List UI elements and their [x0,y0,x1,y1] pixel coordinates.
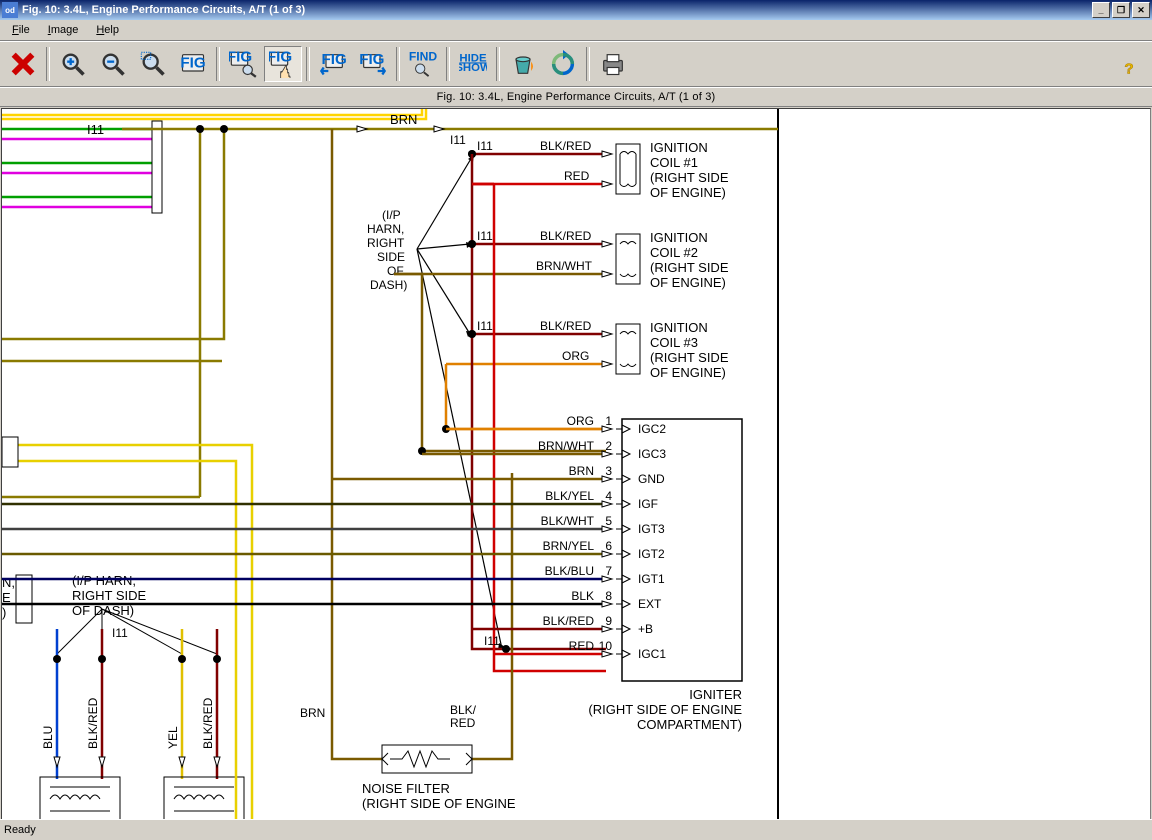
svg-text:3: 3 [605,464,612,478]
svg-text:RED: RED [569,639,595,653]
svg-text:BLK: BLK [571,589,594,603]
zoom-region-button[interactable] [134,46,172,82]
help-button[interactable]: ? [1110,46,1148,82]
svg-text:BLK/WHT: BLK/WHT [541,514,595,528]
fig-hand-button[interactable]: FIG [264,46,302,82]
svg-text:1: 1 [605,414,612,428]
svg-text:IGC2: IGC2 [638,422,666,436]
svg-text:5: 5 [605,514,612,528]
svg-text:FIG: FIG [180,55,205,72]
svg-text:FIG: FIG [269,50,292,66]
next-fig-button[interactable]: FIG [354,46,392,82]
svg-text:7: 7 [605,564,612,578]
svg-text:IGC1: IGC1 [638,647,666,661]
svg-text:10: 10 [599,639,613,653]
window-title: Fig. 10: 3.4L, Engine Performance Circui… [22,4,1092,16]
menu-image[interactable]: Image [40,22,87,38]
svg-text:8: 8 [605,589,612,603]
minimize-button[interactable]: _ [1092,2,1110,18]
caption-bar: Fig. 10: 3.4L, Engine Performance Circui… [0,87,1152,107]
svg-text:BLK/RED: BLK/RED [543,614,595,628]
svg-text:4: 4 [605,489,612,503]
svg-text:FIND: FIND [409,50,437,63]
svg-text:BRN/YEL: BRN/YEL [543,539,595,553]
igniter-pins: ORG 1 IGC2 BRN/WHT 2 IGC3 BRN 3 GND BLK/YEL 4 IGF BL… [2,109,1150,827]
bucket-button[interactable] [504,46,542,82]
svg-text:IGC3: IGC3 [638,447,666,461]
status-bar: Ready [0,819,1152,840]
svg-text:9: 9 [605,614,612,628]
svg-text:IGF: IGF [638,497,658,511]
maximize-button[interactable]: ❐ [1112,2,1130,18]
svg-text:GND: GND [638,472,665,486]
svg-text:SHOW: SHOW [459,62,487,74]
svg-text:2: 2 [605,439,612,453]
svg-text:IGT3: IGT3 [638,522,665,536]
menu-bar: File Image Help [0,20,1152,41]
zoom-in-button[interactable] [54,46,92,82]
fit-fig-button[interactable]: FIG [174,46,212,82]
close-button[interactable]: ✕ [1132,2,1150,18]
svg-text:6: 6 [605,539,612,553]
svg-text:BLK/BLU: BLK/BLU [545,564,594,578]
refresh-button[interactable] [544,46,582,82]
svg-text:BLK/YEL: BLK/YEL [545,489,594,503]
toolbar: FIG FIG FIG FIG FIG FIND HIDESHOW ? [0,41,1152,87]
svg-text:FIG: FIG [229,50,252,66]
diagram-canvas[interactable]: I11 BRN I11 (I/PHARN,RIGHTSIDEOFDASH) I1… [1,108,1151,830]
title-bar: od Fig. 10: 3.4L, Engine Performance Cir… [0,0,1152,20]
zoom-out-button[interactable] [94,46,132,82]
app-icon: od [2,2,18,18]
svg-text:ORG: ORG [567,414,594,428]
svg-text:BRN: BRN [569,464,594,478]
svg-text:?: ? [1124,60,1133,77]
menu-help[interactable]: Help [88,22,127,38]
hide-show-button[interactable]: HIDESHOW [454,46,492,82]
svg-text:FIG: FIG [322,51,347,68]
fig-search-button[interactable]: FIG [224,46,262,82]
svg-text:IGT2: IGT2 [638,547,665,561]
svg-text:+B: +B [638,622,653,636]
find-button[interactable]: FIND [404,46,442,82]
close-x-button[interactable] [4,46,42,82]
menu-file[interactable]: File [4,22,38,38]
svg-text:FIG: FIG [359,51,384,68]
svg-text:IGT1: IGT1 [638,572,665,586]
print-button[interactable] [594,46,632,82]
svg-text:EXT: EXT [638,597,662,611]
prev-fig-button[interactable]: FIG [314,46,352,82]
svg-text:BRN/WHT: BRN/WHT [538,439,595,453]
